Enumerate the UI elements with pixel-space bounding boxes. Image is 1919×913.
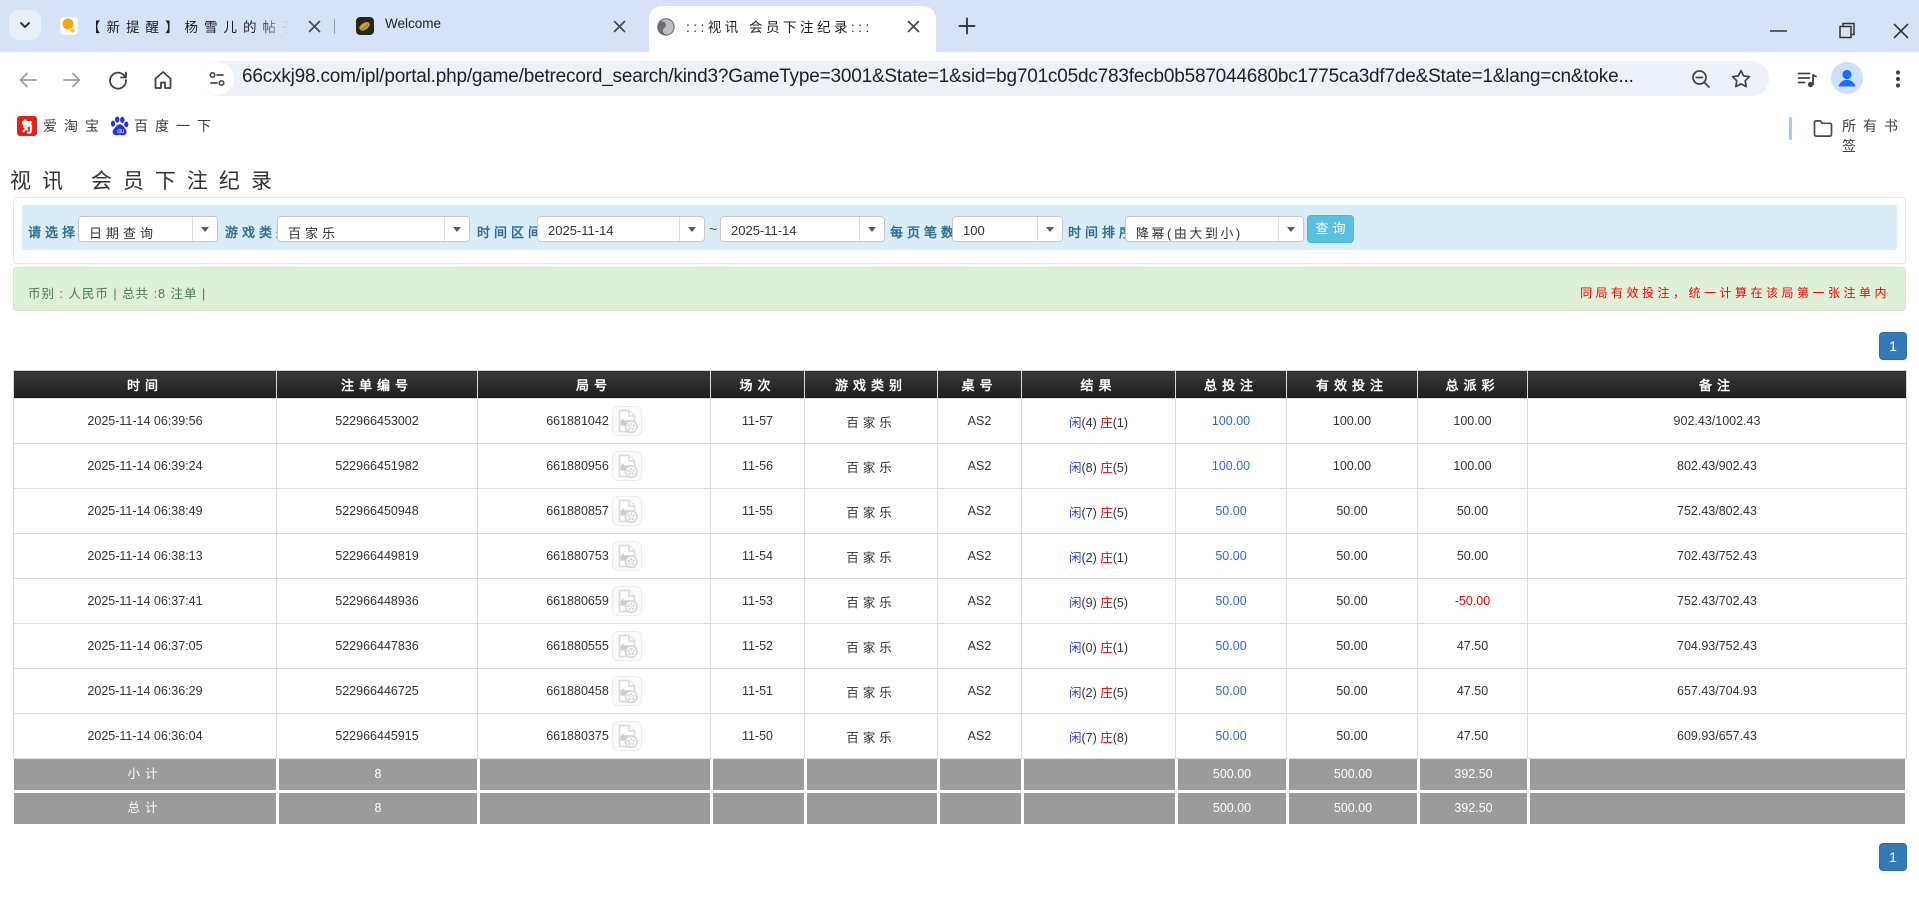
svg-text:du: du [117, 128, 125, 135]
